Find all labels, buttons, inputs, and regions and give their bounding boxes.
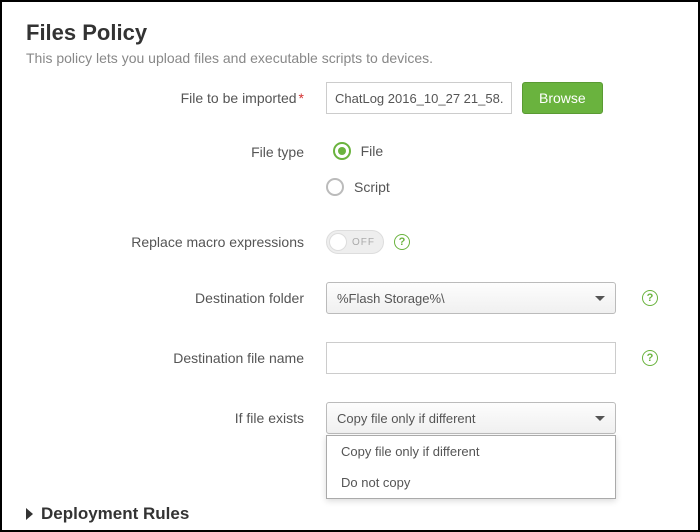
files-policy-panel: Files Policy This policy lets you upload… [0, 0, 700, 532]
radio-file[interactable]: File [333, 142, 384, 160]
label-file-to-import: File to be imported* [26, 90, 326, 106]
label-dest-folder: Destination folder [26, 290, 326, 306]
required-asterisk: * [299, 90, 304, 106]
dropdown-menu-if-exists: Copy file only if different Do not copy [326, 435, 616, 499]
chevron-down-icon [595, 296, 605, 301]
radio-file-label: File [361, 143, 384, 159]
row-replace-macro: Replace macro expressions OFF ? [26, 230, 674, 254]
page-subtitle: This policy lets you upload files and ex… [26, 50, 674, 66]
row-file-type: File type File Script [26, 142, 674, 196]
help-icon[interactable]: ? [642, 290, 658, 306]
radio-icon-selected [333, 142, 351, 160]
dropdown-dest-folder-value: %Flash Storage%\ [337, 291, 445, 306]
toggle-replace-macro[interactable]: OFF [326, 230, 384, 254]
dropdown-if-exists-value: Copy file only if different [337, 411, 476, 426]
row-file-to-import: File to be imported* Browse [26, 82, 674, 114]
dropdown-dest-folder[interactable]: %Flash Storage%\ [326, 282, 616, 314]
dropdown-item-copy-if-different[interactable]: Copy file only if different [327, 436, 615, 467]
help-icon[interactable]: ? [642, 350, 658, 366]
dest-filename-input[interactable] [326, 342, 616, 374]
radio-script[interactable]: Script [326, 178, 390, 196]
browse-button[interactable]: Browse [522, 82, 603, 114]
label-text: File to be imported [181, 90, 297, 106]
disclosure-triangle-icon [26, 508, 33, 520]
toggle-knob [329, 233, 347, 251]
help-icon[interactable]: ? [394, 234, 410, 250]
chevron-down-icon [595, 416, 605, 421]
section-deployment-rules[interactable]: Deployment Rules [26, 504, 674, 524]
section-deployment-rules-label: Deployment Rules [41, 504, 189, 524]
page-title: Files Policy [26, 20, 674, 46]
row-if-exists: If file exists Copy file only if differe… [26, 402, 674, 434]
row-dest-filename: Destination file name ? [26, 342, 674, 374]
label-dest-filename: Destination file name [26, 350, 326, 366]
label-if-exists: If file exists [26, 410, 326, 426]
label-replace-macro: Replace macro expressions [26, 234, 326, 250]
radio-script-label: Script [354, 179, 390, 195]
radio-icon-unselected [326, 178, 344, 196]
dropdown-if-exists[interactable]: Copy file only if different [326, 402, 616, 434]
dropdown-item-do-not-copy[interactable]: Do not copy [327, 467, 615, 498]
file-name-input[interactable] [326, 82, 512, 114]
label-file-type: File type [26, 142, 326, 160]
row-dest-folder: Destination folder %Flash Storage%\ ? [26, 282, 674, 314]
toggle-off-label: OFF [352, 237, 375, 248]
